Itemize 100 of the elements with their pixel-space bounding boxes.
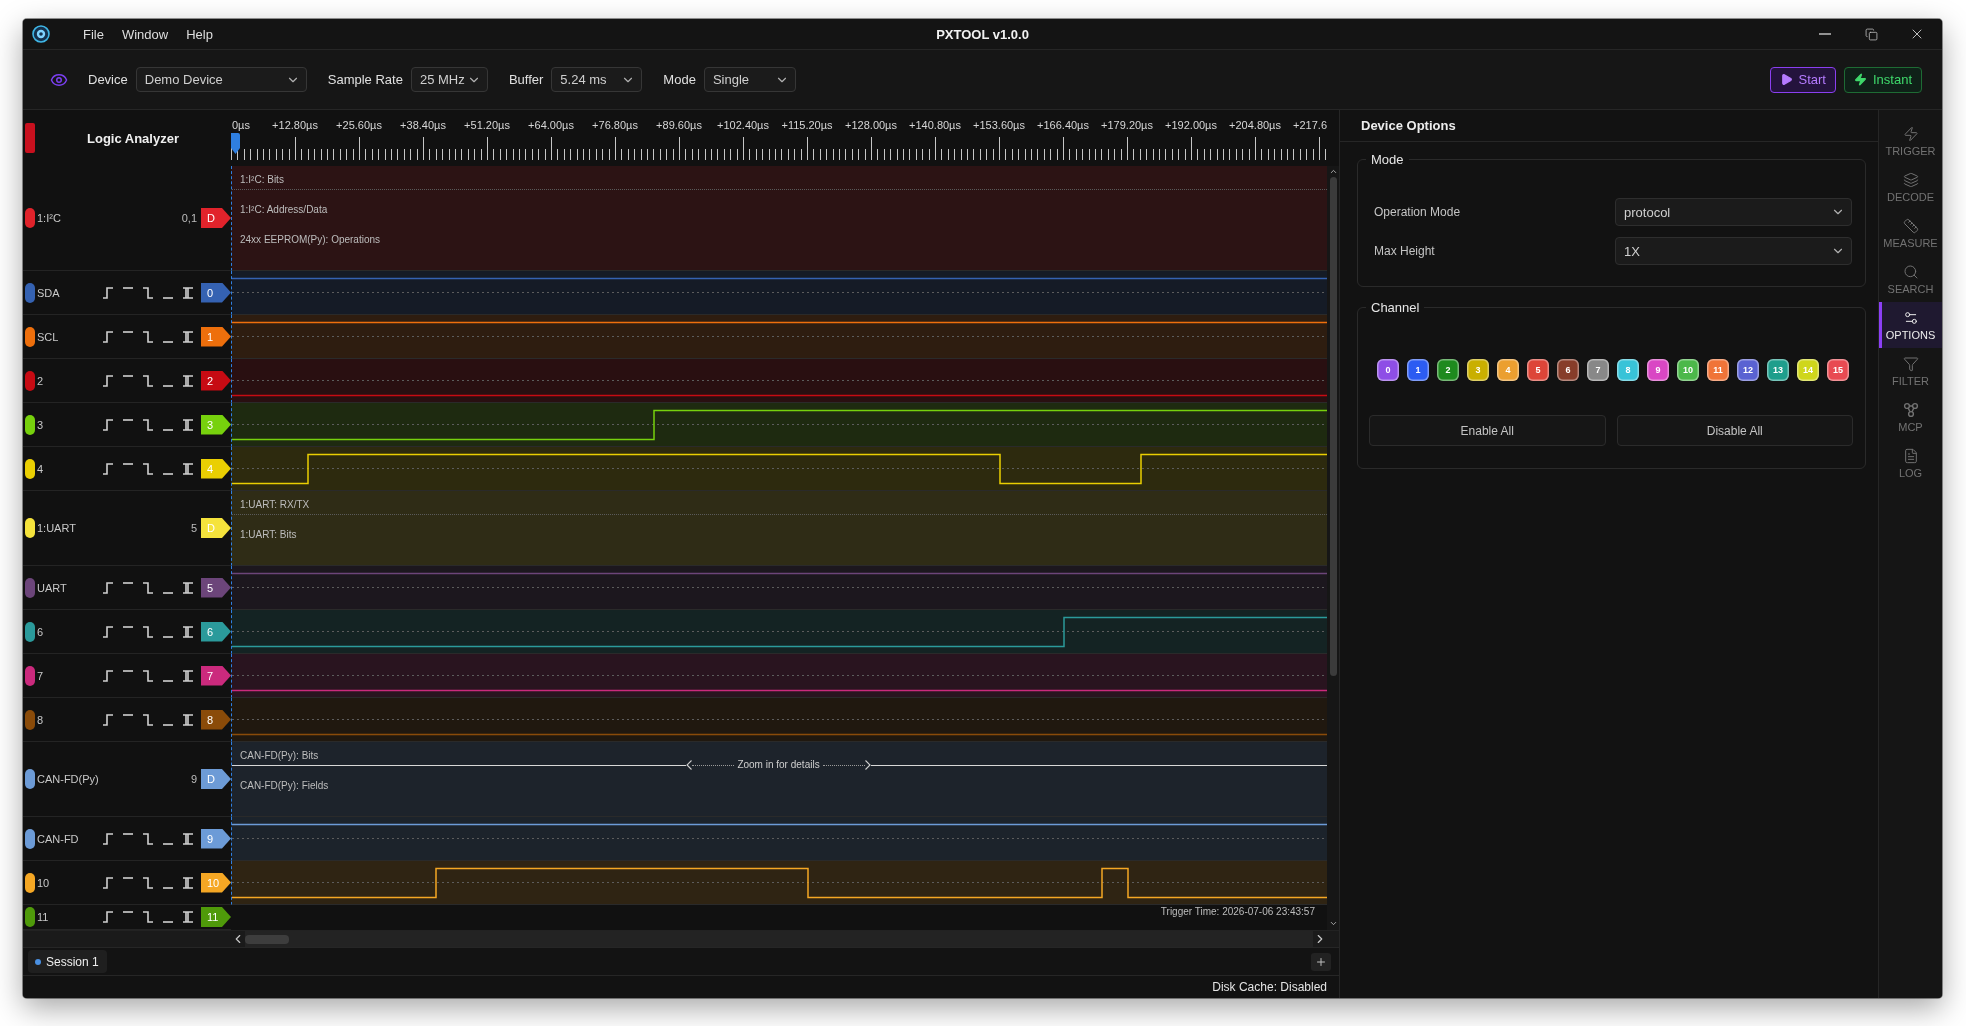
- channel-name: 2: [37, 374, 45, 387]
- channel-tag: D: [201, 518, 231, 538]
- start-button[interactable]: Start: [1769, 66, 1836, 93]
- falling-edge-icon[interactable]: [142, 625, 154, 638]
- channel-chip[interactable]: 7: [1587, 359, 1609, 381]
- channel-chip[interactable]: 13: [1767, 359, 1789, 381]
- side-tab[interactable]: TRIGGER: [1879, 118, 1942, 164]
- falling-edge-icon[interactable]: [142, 669, 154, 682]
- falling-edge-icon[interactable]: [142, 374, 154, 387]
- scrollbar-thumb[interactable]: [1329, 177, 1337, 676]
- dropdown-select[interactable]: protocol: [1615, 198, 1852, 226]
- rising-edge-icon[interactable]: [102, 832, 114, 845]
- time-tick-label: +192.00µs: [1165, 119, 1217, 132]
- falling-edge-icon[interactable]: [142, 713, 154, 726]
- rising-edge-icon[interactable]: [102, 911, 114, 923]
- add-session-button[interactable]: [1311, 952, 1331, 971]
- channel-chip[interactable]: 9: [1647, 359, 1669, 381]
- decoder-lane-label: CAN-FD(Py): Bits: [240, 749, 319, 762]
- side-tab[interactable]: DECODE: [1879, 164, 1942, 210]
- channel-tag: 5: [201, 577, 231, 598]
- channel-chip[interactable]: 12: [1737, 359, 1759, 381]
- dropdown-select[interactable]: Single: [703, 67, 796, 92]
- channel-chip[interactable]: 1: [1407, 359, 1429, 381]
- any-edge-icon[interactable]: [182, 625, 194, 638]
- ruler-icon: [1902, 217, 1919, 234]
- dropdown-select[interactable]: Demo Device: [135, 67, 307, 92]
- rising-edge-icon[interactable]: [102, 713, 114, 726]
- funnel-icon: [1902, 355, 1919, 372]
- rising-edge-icon[interactable]: [102, 581, 114, 594]
- channel-chip[interactable]: 15: [1827, 359, 1849, 381]
- probe-list: 5: [190, 522, 197, 534]
- rising-edge-icon[interactable]: [102, 330, 114, 343]
- any-edge-icon[interactable]: [182, 374, 194, 387]
- channel-chip[interactable]: 0: [1377, 359, 1399, 381]
- channel-chip[interactable]: 5: [1527, 359, 1549, 381]
- side-tab[interactable]: SEARCH: [1879, 256, 1942, 302]
- any-edge-icon[interactable]: [182, 832, 194, 845]
- decoder-lane-label: 1:UART: RX/TX: [240, 498, 310, 511]
- rising-edge-icon[interactable]: [102, 625, 114, 638]
- cursor-handle-icon[interactable]: [231, 133, 240, 154]
- rising-edge-icon[interactable]: [102, 374, 114, 387]
- minimize-icon: [1819, 33, 1831, 35]
- field-label: Device: [88, 72, 128, 87]
- rising-edge-icon[interactable]: [102, 669, 114, 682]
- time-tick-label: +140.80µs: [909, 119, 961, 132]
- instant-button[interactable]: Instant: [1843, 66, 1922, 93]
- scrollbar-thumb[interactable]: [245, 934, 289, 944]
- rising-edge-icon[interactable]: [102, 286, 114, 299]
- panel-button[interactable]: Enable All: [1369, 415, 1606, 446]
- rising-edge-icon[interactable]: [102, 418, 114, 431]
- any-edge-icon[interactable]: [182, 581, 194, 594]
- any-edge-icon[interactable]: [182, 876, 194, 889]
- side-tab[interactable]: MEASURE: [1879, 210, 1942, 256]
- channel-chip[interactable]: 2: [1437, 359, 1459, 381]
- dropdown-select[interactable]: 5.24 ms: [551, 67, 643, 92]
- scroll-up-icon[interactable]: [1328, 167, 1338, 176]
- side-tab[interactable]: FILTER: [1879, 348, 1942, 394]
- any-edge-icon[interactable]: [182, 286, 194, 299]
- time-tick-label: +179.20µs: [1101, 119, 1153, 132]
- scroll-down-icon[interactable]: [1328, 919, 1338, 928]
- falling-edge-icon[interactable]: [142, 286, 154, 299]
- falling-edge-icon[interactable]: [142, 876, 154, 889]
- channel-name: SDA: [37, 286, 61, 299]
- rising-edge-icon[interactable]: [102, 462, 114, 475]
- channel-chip[interactable]: 11: [1707, 359, 1729, 381]
- dropdown-select[interactable]: 25 MHz: [410, 67, 488, 92]
- channel-tag: D: [201, 769, 231, 789]
- panel-button[interactable]: Disable All: [1616, 415, 1853, 446]
- any-edge-icon[interactable]: [182, 911, 194, 923]
- rising-edge-icon[interactable]: [102, 876, 114, 889]
- dropdown-select[interactable]: 1X: [1615, 237, 1852, 265]
- any-edge-icon[interactable]: [182, 669, 194, 682]
- any-edge-icon[interactable]: [182, 418, 194, 431]
- side-tab[interactable]: LOG: [1879, 440, 1942, 486]
- side-tab[interactable]: MCP: [1879, 394, 1942, 440]
- channel-tag: 8: [201, 709, 231, 730]
- any-edge-icon[interactable]: [182, 330, 194, 343]
- session-tab[interactable]: Session 1: [28, 950, 107, 973]
- time-tick-label: +89.60µs: [656, 119, 702, 132]
- falling-edge-icon[interactable]: [142, 418, 154, 431]
- time-tick-label: +25.60µs: [336, 119, 382, 132]
- menu-item[interactable]: File: [83, 26, 104, 42]
- falling-edge-icon[interactable]: [142, 581, 154, 594]
- channel-chip[interactable]: 10: [1677, 359, 1699, 381]
- falling-edge-icon[interactable]: [142, 832, 154, 845]
- channel-chip[interactable]: 6: [1557, 359, 1579, 381]
- falling-edge-icon[interactable]: [142, 911, 154, 923]
- falling-edge-icon[interactable]: [142, 462, 154, 475]
- group-legend: Channel: [1366, 300, 1425, 315]
- any-edge-icon[interactable]: [182, 462, 194, 475]
- channel-name: CAN-FD: [37, 832, 80, 845]
- decoder-lane-label: 24xx EEPROM(Py): Operations: [240, 233, 381, 246]
- menu-item[interactable]: Window: [121, 26, 169, 42]
- menu-item[interactable]: Help: [186, 26, 213, 42]
- channel-tag: 1: [201, 326, 231, 347]
- any-edge-icon[interactable]: [182, 713, 194, 726]
- time-tick-label: 0µs: [232, 119, 250, 132]
- falling-edge-icon[interactable]: [142, 330, 154, 343]
- side-tab[interactable]: OPTIONS: [1879, 302, 1942, 348]
- layers-icon: [1902, 171, 1919, 188]
